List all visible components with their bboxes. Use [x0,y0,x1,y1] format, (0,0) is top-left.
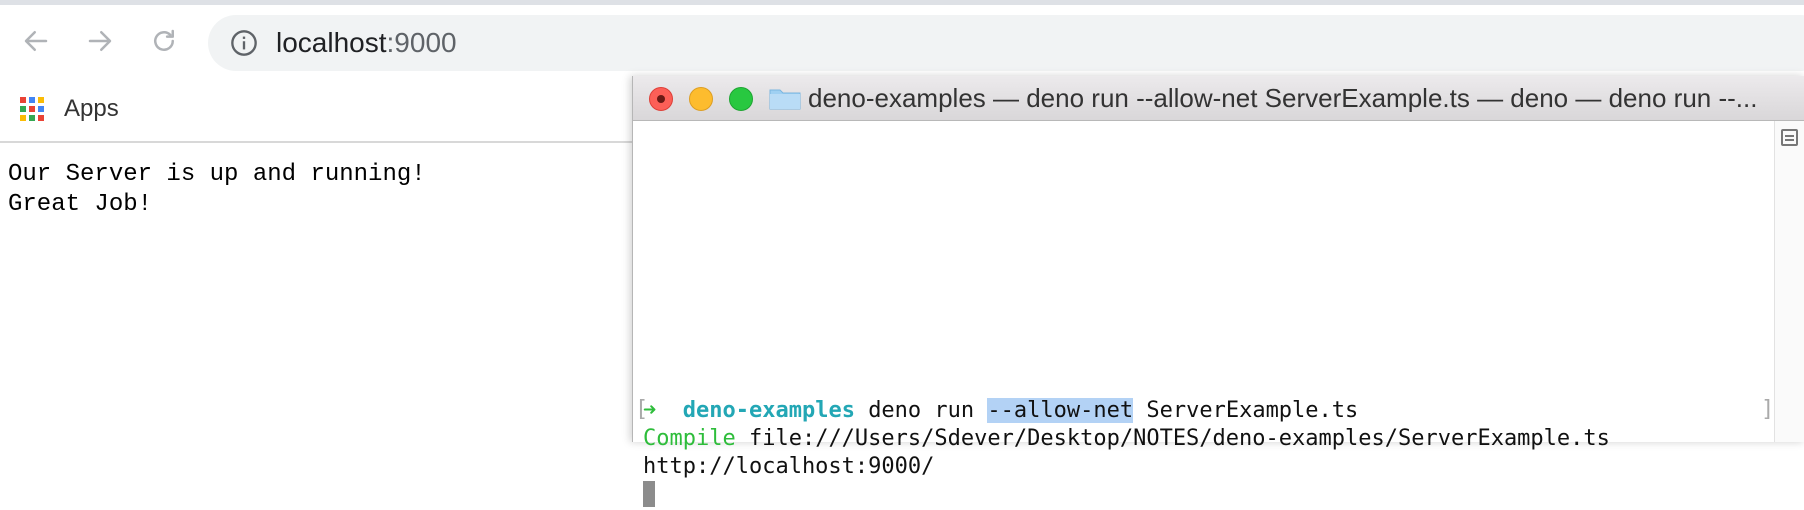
terminal-titlebar[interactable]: deno-examples — deno run --allow-net Ser… [633,76,1804,121]
close-window-button[interactable] [649,87,673,111]
prompt-cwd: deno-examples [682,398,855,423]
prompt-line: ➜ deno-examples deno run --allow-net Ser… [643,397,1610,425]
page-line: Great Job! [8,191,153,218]
compile-label: Compile [643,426,736,451]
page-content: Our Server is up and running! Great Job! [8,160,426,220]
terminal-scrollbar[interactable] [1774,121,1804,442]
terminal-title: deno-examples — deno run --allow-net Ser… [808,84,1758,112]
apps-grid-dot [20,115,26,121]
command-file: ServerExample.ts [1146,398,1359,423]
address-bar-url: localhost:9000 [276,28,457,58]
site-info-icon[interactable] [230,29,258,57]
cursor-line [643,481,1610,510]
apps-grid-dot [38,97,44,103]
command-text: deno run [868,398,975,423]
compile-path: file:///Users/Sdever/Desktop/NOTES/deno-… [748,426,1610,451]
url-port: :9000 [386,27,457,58]
line-marker-right: ] [1761,397,1775,422]
browser-toolbar: localhost:9000 [0,5,1804,77]
apps-grid-dot [38,106,44,112]
url-host: localhost [276,27,387,58]
arrow-left-icon [24,31,48,51]
apps-grid-dot [29,97,35,103]
terminal-window: deno-examples — deno run --allow-net Ser… [632,76,1804,507]
terminal-output[interactable]: [ ] ➜ deno-examples deno run --allow-net… [633,121,1775,507]
apps-grid-dot [29,106,35,112]
apps-grid-dot [38,115,44,121]
prompt-arrow: ➜ [643,398,657,423]
reload-icon [154,29,174,51]
apps-grid-icon [20,97,44,121]
folder-icon [769,89,801,110]
forward-button[interactable] [82,23,118,59]
apps-grid-dot [20,106,26,112]
back-button[interactable] [18,23,54,59]
minimize-window-button[interactable] [689,87,713,111]
compile-line: Compile file:///Users/Sdever/Desktop/NOT… [643,425,1610,453]
apps-label: Apps [64,95,119,122]
apps-shortcut[interactable]: Apps [20,91,119,127]
address-bar[interactable]: localhost:9000 [208,15,1804,71]
arrow-right-icon [88,31,112,51]
page-line: Our Server is up and running! [8,161,426,188]
scrollbar-menu-icon[interactable] [1781,129,1798,146]
apps-grid-dot [29,115,35,121]
command-flag-selected: --allow-net [987,398,1134,423]
reload-button[interactable] [146,23,182,59]
terminal-cursor [643,481,655,507]
apps-grid-dot [20,97,26,103]
terminal-lines: ➜ deno-examples deno run --allow-net Ser… [643,397,1610,510]
server-url-line: http://localhost:9000/ [643,454,935,479]
maximize-window-button[interactable] [729,87,753,111]
